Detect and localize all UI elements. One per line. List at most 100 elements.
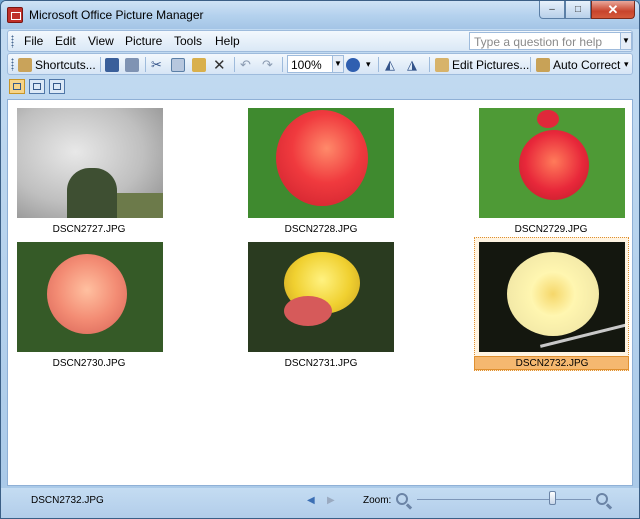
single-picture-view-button[interactable] bbox=[49, 79, 65, 94]
export-button[interactable] bbox=[125, 56, 139, 73]
thumbnail-image[interactable] bbox=[248, 108, 394, 218]
thumbnail-image[interactable] bbox=[17, 108, 163, 218]
cut-icon: ✂ bbox=[151, 56, 162, 72]
view-toolbar bbox=[5, 77, 71, 97]
thumbnail-caption: DSCN2732.JPG bbox=[515, 358, 589, 369]
shortcuts-icon bbox=[18, 57, 32, 72]
delete-button[interactable]: ✕ bbox=[213, 56, 226, 74]
toolbar-separator bbox=[282, 57, 283, 72]
menu-grip-icon[interactable] bbox=[11, 35, 14, 48]
rotate-right-icon: ◮ bbox=[407, 56, 417, 72]
status-bar: DSCN2732.JPG ◀ ▶ Zoom: bbox=[1, 488, 639, 518]
tree-shape bbox=[67, 168, 117, 218]
minimize-button[interactable]: – bbox=[539, 1, 565, 19]
hill-shape bbox=[117, 193, 163, 218]
next-picture-button[interactable]: ▶ bbox=[327, 495, 335, 506]
toolbar-overflow-button[interactable]: ▾ bbox=[624, 56, 629, 73]
rotate-right-button[interactable]: ◮ bbox=[407, 56, 417, 73]
menu-picture[interactable]: Picture bbox=[125, 34, 162, 48]
window-title: Microsoft Office Picture Manager bbox=[29, 8, 204, 22]
undo-button[interactable]: ↶ bbox=[240, 56, 251, 73]
chevron-down-icon: ▾ bbox=[624, 59, 629, 69]
close-button[interactable]: ✕ bbox=[591, 1, 635, 19]
toolbar-separator bbox=[145, 57, 146, 72]
help-dropdown-icon[interactable]: ▼ bbox=[620, 32, 632, 50]
zoom-dropdown-icon[interactable]: ▼ bbox=[332, 55, 344, 73]
shortcuts-label: Shortcuts... bbox=[35, 57, 96, 72]
redo-button[interactable]: ↷ bbox=[262, 56, 273, 73]
app-icon bbox=[7, 7, 23, 23]
zoom-select[interactable]: 100% bbox=[287, 55, 333, 73]
shortcuts-button[interactable]: Shortcuts... bbox=[18, 56, 96, 73]
toolbar-separator bbox=[378, 57, 379, 72]
edit-pictures-icon bbox=[435, 57, 449, 72]
single-picture-view-icon bbox=[53, 83, 61, 90]
rose-shape bbox=[276, 110, 368, 206]
menu-edit[interactable]: Edit bbox=[55, 34, 76, 48]
picture-manager-window: Microsoft Office Picture Manager – □ ✕ F… bbox=[0, 0, 640, 519]
rotate-left-icon: ◭ bbox=[385, 56, 395, 72]
paste-icon bbox=[192, 57, 206, 72]
bud-shape bbox=[537, 110, 559, 128]
auto-correct-label: Auto Correct bbox=[553, 57, 621, 72]
menu-tools[interactable]: Tools bbox=[174, 34, 202, 48]
thumbnail-caption: DSCN2727.JPG bbox=[52, 224, 126, 235]
thumbnail-image[interactable] bbox=[479, 242, 625, 352]
toolbar-grip-icon[interactable] bbox=[11, 58, 14, 71]
title-bar[interactable]: Microsoft Office Picture Manager – □ ✕ bbox=[1, 1, 639, 29]
menu-help[interactable]: Help bbox=[215, 34, 240, 48]
zoom-in-icon[interactable] bbox=[596, 493, 608, 505]
zoom-out-icon[interactable] bbox=[396, 493, 408, 505]
thumbnail-caption: DSCN2730.JPG bbox=[52, 358, 126, 369]
help-icon bbox=[346, 57, 360, 72]
standard-toolbar: Shortcuts... ✂ ✕ ↶ ↷ 100% ▼ ▾ ◭ ◮ Edit P… bbox=[7, 53, 633, 75]
save-button[interactable] bbox=[105, 56, 119, 73]
edit-pictures-button[interactable]: Edit Pictures... bbox=[435, 56, 529, 73]
rotate-left-button[interactable]: ◭ bbox=[385, 56, 395, 73]
copy-button[interactable] bbox=[171, 56, 185, 73]
maximize-button[interactable]: □ bbox=[565, 1, 591, 19]
auto-correct-icon bbox=[536, 57, 550, 72]
next-arrow-icon: ▶ bbox=[327, 495, 335, 506]
toolbar-options-button[interactable]: ▾ bbox=[366, 56, 371, 73]
thumbnail-image[interactable] bbox=[17, 242, 163, 352]
paste-button[interactable] bbox=[192, 56, 206, 73]
redo-icon: ↷ bbox=[262, 56, 273, 72]
menu-bar: File Edit View Picture Tools Help Type a… bbox=[7, 30, 633, 52]
thumbnail-caption: DSCN2728.JPG bbox=[284, 224, 358, 235]
zoom-label: Zoom: bbox=[363, 495, 392, 506]
previous-picture-button[interactable]: ◀ bbox=[307, 495, 315, 506]
menu-file[interactable]: File bbox=[24, 34, 43, 48]
thumbnail-image[interactable] bbox=[479, 108, 625, 218]
thumbnail-view-button[interactable] bbox=[9, 79, 25, 94]
previous-arrow-icon: ◀ bbox=[307, 495, 315, 506]
zoom-slider-track[interactable] bbox=[417, 499, 591, 500]
undo-icon: ↶ bbox=[240, 56, 251, 72]
filmstrip-view-button[interactable] bbox=[29, 79, 45, 94]
copy-icon bbox=[171, 57, 185, 72]
cut-button[interactable]: ✂ bbox=[151, 56, 162, 73]
rose-shape bbox=[519, 130, 589, 200]
rose-base-shape bbox=[284, 296, 332, 326]
thumbnail-view-icon bbox=[13, 83, 21, 90]
status-current-file: DSCN2732.JPG bbox=[31, 495, 104, 506]
menu-view[interactable]: View bbox=[88, 34, 114, 48]
toolbar-separator bbox=[100, 57, 101, 72]
help-button[interactable] bbox=[346, 56, 360, 73]
help-search-input[interactable]: Type a question for help bbox=[469, 32, 621, 50]
thumbnail-caption: DSCN2729.JPG bbox=[514, 224, 588, 235]
export-icon bbox=[125, 57, 139, 72]
rose-shape bbox=[47, 254, 127, 334]
filmstrip-view-icon bbox=[33, 83, 41, 90]
delete-icon: ✕ bbox=[213, 56, 226, 74]
chevron-down-icon: ▾ bbox=[366, 59, 371, 69]
thumbnail-caption: DSCN2731.JPG bbox=[284, 358, 358, 369]
auto-correct-button[interactable]: Auto Correct bbox=[536, 56, 620, 73]
zoom-slider-thumb[interactable] bbox=[549, 491, 557, 505]
edit-pictures-label: Edit Pictures... bbox=[452, 57, 530, 72]
thumbnail-pane[interactable]: DSCN2727.JPG DSCN2728.JPG DSCN2729.JPG D… bbox=[7, 99, 633, 486]
rose-shape bbox=[507, 252, 599, 336]
save-icon bbox=[105, 57, 119, 72]
toolbar-separator bbox=[429, 57, 430, 72]
thumbnail-image[interactable] bbox=[248, 242, 394, 352]
